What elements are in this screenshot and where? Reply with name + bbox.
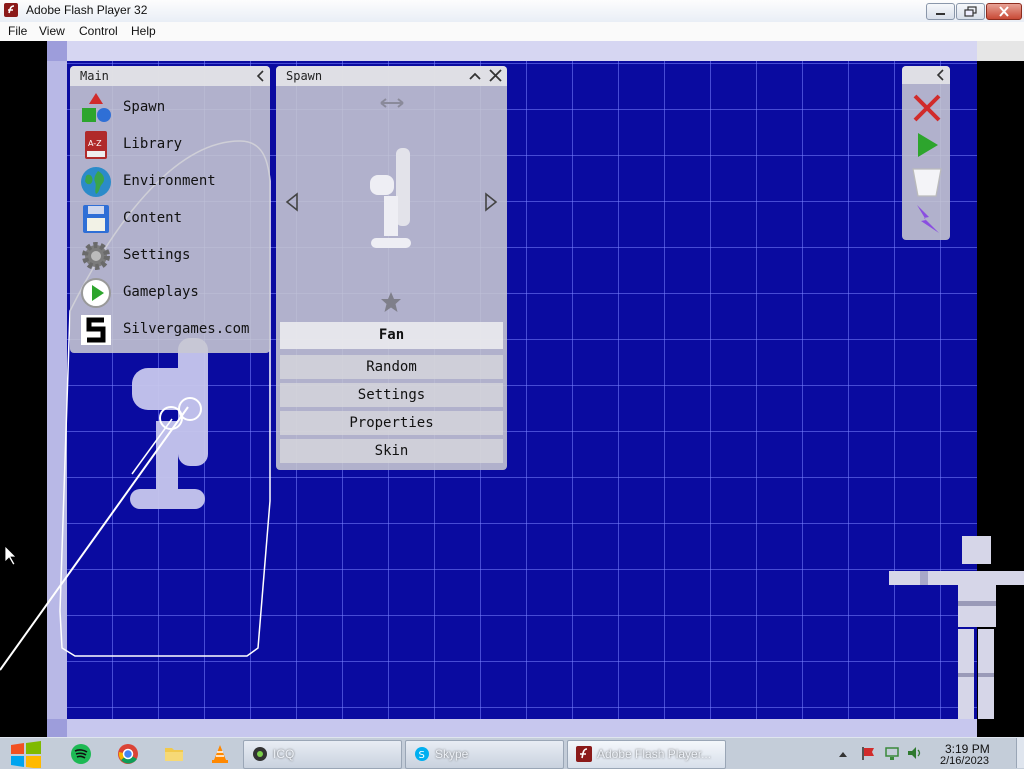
previous-arrow-icon[interactable]: [284, 192, 300, 212]
spawn-option-properties[interactable]: Properties: [280, 411, 503, 435]
show-hidden-icons-icon[interactable]: [838, 750, 848, 758]
swap-arrows-icon[interactable]: [379, 96, 405, 110]
svg-text:A-Z: A-Z: [88, 139, 102, 148]
flash-icon: [576, 746, 592, 762]
silvergames-logo-icon: [81, 315, 111, 345]
main-item-label: Gameplays: [123, 284, 199, 300]
minimize-button[interactable]: [926, 3, 955, 20]
mouse-cursor: [4, 545, 17, 566]
svg-text:S: S: [419, 750, 425, 761]
close-window-button[interactable]: [986, 3, 1022, 20]
main-panel-header: Main: [70, 66, 270, 86]
tools-panel-header: [902, 66, 950, 84]
folder-icon[interactable]: [163, 743, 185, 765]
menu-bar: File View Control Help: [0, 22, 1024, 42]
spawn-panel-header: Spawn: [276, 66, 507, 86]
main-item-silvergames[interactable]: Silvergames.com: [74, 312, 270, 347]
task-flash-player[interactable]: Adobe Flash Player...: [567, 740, 726, 769]
restore-button[interactable]: [956, 3, 985, 20]
main-panel-title: Main: [80, 69, 109, 83]
delete-x-icon[interactable]: [911, 92, 943, 124]
main-item-label: Spawn: [123, 99, 166, 115]
ragdoll-figure: [889, 536, 1024, 719]
vlc-icon[interactable]: [209, 743, 231, 765]
start-button[interactable]: [8, 740, 44, 768]
spawn-selected-item[interactable]: Fan: [280, 322, 503, 349]
fan-preview-icon: [370, 148, 411, 248]
bucket-icon[interactable]: [911, 166, 943, 198]
play-circle-icon: [81, 278, 111, 308]
main-item-gameplays[interactable]: Gameplays: [74, 275, 270, 310]
spawn-panel-title: Spawn: [286, 69, 323, 83]
main-item-label: Environment: [123, 173, 216, 189]
window-title: Adobe Flash Player 32: [26, 3, 148, 17]
main-item-content[interactable]: Content: [74, 201, 270, 236]
menu-control[interactable]: Control: [79, 24, 118, 38]
game-stage[interactable]: Main Spawn A-Z Library Environment Conte…: [0, 41, 1024, 737]
spawn-option-skin[interactable]: Skin: [280, 439, 503, 463]
show-desktop-button[interactable]: [1016, 738, 1024, 768]
volume-icon[interactable]: [906, 745, 922, 761]
clock-time[interactable]: 3:19 PM: [945, 742, 990, 756]
main-item-label: Settings: [123, 247, 191, 263]
gear-icon: [82, 242, 110, 270]
spawn-option-random[interactable]: Random: [280, 355, 503, 379]
next-arrow-icon[interactable]: [483, 192, 499, 212]
icq-icon: [253, 747, 267, 761]
tools-panel: [902, 66, 950, 240]
spawn-shapes-icon: [82, 93, 111, 122]
task-skype[interactable]: S Skype: [405, 740, 564, 769]
collapse-up-icon[interactable]: [469, 71, 481, 81]
main-item-label: Library: [123, 136, 183, 152]
main-item-label: Silvergames.com: [123, 321, 250, 337]
spotify-icon[interactable]: [70, 743, 92, 765]
collapse-left-icon[interactable]: [936, 69, 946, 81]
skype-icon: S: [415, 747, 429, 761]
favorite-star-icon[interactable]: [380, 291, 402, 313]
main-item-label: Content: [123, 210, 183, 226]
close-icon[interactable]: [489, 69, 502, 82]
rope-line: [0, 406, 189, 671]
menu-view[interactable]: View: [39, 24, 65, 38]
spawn-option-settings[interactable]: Settings: [280, 383, 503, 407]
chrome-icon[interactable]: [117, 743, 139, 765]
menu-help[interactable]: Help: [131, 24, 156, 38]
action-center-flag-icon[interactable]: [860, 745, 876, 761]
window-titlebar: Adobe Flash Player 32: [0, 0, 1024, 23]
main-panel: Main Spawn A-Z Library Environment Conte…: [70, 66, 270, 353]
clock-date[interactable]: 2/16/2023: [940, 755, 989, 767]
lightning-icon[interactable]: [911, 203, 943, 235]
main-item-spawn[interactable]: Spawn: [74, 90, 270, 125]
main-item-settings[interactable]: Settings: [74, 238, 270, 273]
task-icq[interactable]: ICQ: [243, 740, 402, 769]
main-item-library[interactable]: A-Z Library: [74, 127, 270, 162]
collapse-left-icon[interactable]: [256, 70, 266, 82]
floppy-disk-icon: [83, 205, 109, 233]
menu-file[interactable]: File: [8, 24, 27, 38]
spawn-panel: Spawn Fan Random Settings Properties Ski…: [276, 66, 507, 470]
network-icon[interactable]: [884, 745, 900, 761]
main-item-environment[interactable]: Environment: [74, 164, 270, 199]
library-book-icon: A-Z: [85, 131, 107, 159]
flash-player-icon: [4, 3, 18, 17]
play-icon[interactable]: [911, 129, 943, 161]
globe-icon: [81, 167, 111, 197]
